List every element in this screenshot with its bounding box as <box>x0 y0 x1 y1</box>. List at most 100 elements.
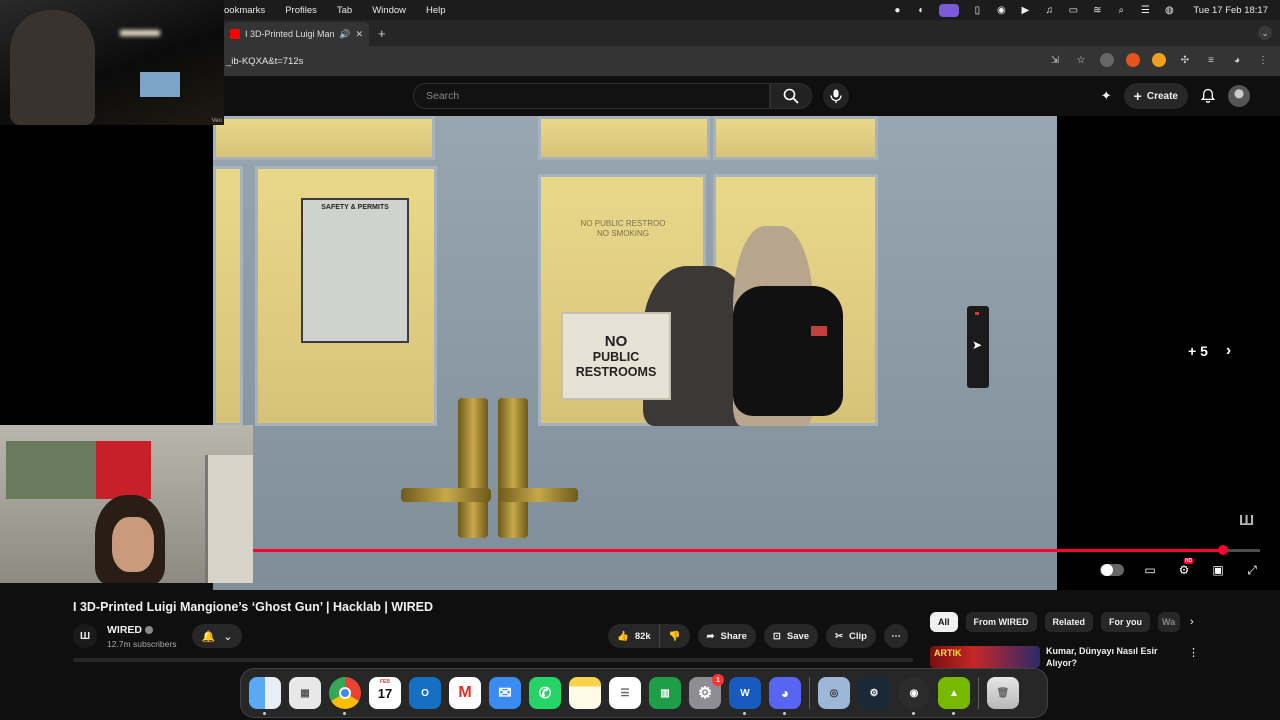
save-button[interactable]: ⊡ Save <box>763 624 819 648</box>
recommended-video[interactable]: ARTIK Kumar, Dünyayı Nasıl Esir Alıyor? … <box>930 646 1200 668</box>
wifi-icon[interactable]: ≋ <box>1091 4 1103 16</box>
new-tab-icon[interactable]: + <box>378 26 386 41</box>
progress-scrubber[interactable] <box>1217 545 1228 555</box>
reminders-icon[interactable]: ☰ <box>609 677 641 709</box>
profile-icon[interactable]: ◕ <box>1230 53 1244 67</box>
chevron-right-icon[interactable]: › <box>1226 342 1231 360</box>
word-icon[interactable]: W <box>729 677 761 715</box>
channel-name[interactable]: WIRED <box>107 624 153 636</box>
video-progress-bar[interactable] <box>252 545 1260 555</box>
app-switcher-icon[interactable] <box>939 3 960 17</box>
play-icon[interactable]: ▶ <box>1019 4 1031 16</box>
tab-audio-icon[interactable]: 🔊 <box>339 29 350 40</box>
record-icon[interactable]: ● <box>891 4 903 16</box>
whatsapp-icon[interactable]: ✆ <box>529 677 561 709</box>
backpack <box>733 286 843 416</box>
miniplayer-icon[interactable]: ▣ <box>1210 562 1226 578</box>
menu-window[interactable]: Window <box>372 5 406 16</box>
search-icon[interactable]: ⌕ <box>1115 4 1127 16</box>
menu-tab[interactable]: Tab <box>337 5 352 16</box>
scissors-icon: ✂ <box>835 630 844 642</box>
mail-icon[interactable]: ✉ <box>489 677 521 709</box>
extension-fox-icon[interactable] <box>1126 53 1140 67</box>
menu-help[interactable]: Help <box>426 5 446 16</box>
extension-owl-icon[interactable] <box>1100 53 1114 67</box>
chip-related[interactable]: Related <box>1044 612 1094 632</box>
chip-for-you[interactable]: For you <box>1101 612 1151 632</box>
media-queue-icon[interactable]: ≡ <box>1204 53 1218 67</box>
subtitles-icon[interactable]: ▭ <box>1142 562 1158 578</box>
sign-line-2: PUBLIC <box>592 350 640 365</box>
sparkle-icon[interactable]: ✦ <box>1101 88 1112 104</box>
permit-sign-text: SAFETY & PERMITS <box>321 204 389 211</box>
fullscreen-icon[interactable]: ⤢ <box>1244 562 1260 578</box>
recommended-thumbnail[interactable]: ARTIK <box>930 646 1040 668</box>
extension-honey-icon[interactable] <box>1152 53 1166 67</box>
chevron-right-icon[interactable]: › <box>1190 616 1194 628</box>
trash-icon[interactable]: 🗑 <box>987 677 1019 709</box>
discord-icon[interactable]: ◕ <box>769 677 801 715</box>
sign-line-3: RESTROOMS <box>575 364 657 379</box>
dock-separator <box>809 677 810 709</box>
chrome-icon[interactable] <box>329 677 361 715</box>
disk-utility-icon[interactable]: ◎ <box>818 677 850 709</box>
voice-search-button[interactable] <box>823 83 849 109</box>
menu-profiles[interactable]: Profiles <box>285 5 317 16</box>
search-input[interactable]: Search <box>413 83 770 109</box>
notes-icon[interactable] <box>569 677 601 709</box>
menu-bookmarks[interactable]: ookmarks <box>224 5 265 16</box>
control-center-icon[interactable]: ☰ <box>1139 4 1151 16</box>
browser-tab-active[interactable]: I 3D-Printed Luigi Mangio 🔊 ✕ <box>224 22 369 46</box>
more-videos-nav[interactable]: + 5 › <box>1188 342 1231 360</box>
calendar-icon[interactable]: FEB 17 <box>369 677 401 709</box>
browser-menu-icon[interactable]: ⋮ <box>1256 53 1270 67</box>
shazam-icon[interactable]: ◉ <box>995 4 1007 16</box>
notifications-bell-icon[interactable] <box>1200 88 1216 104</box>
headphones-icon[interactable]: ♫ <box>1043 4 1055 16</box>
subscription-bell-button[interactable]: 🔔 ⌄ <box>192 624 242 648</box>
launchpad-icon[interactable]: ▦ <box>289 677 321 709</box>
system-settings-icon[interactable]: ⚙ 1 <box>689 674 724 709</box>
channel-name-text[interactable]: WIRED <box>107 624 142 636</box>
battery-small-icon[interactable]: ▯ <box>971 4 983 16</box>
permit-sign: SAFETY & PERMITS <box>301 198 409 343</box>
create-button[interactable]: + Create <box>1123 83 1188 109</box>
outlook-icon[interactable]: O <box>409 677 441 709</box>
autoplay-toggle[interactable] <box>1100 564 1124 576</box>
recommended-title[interactable]: Kumar, Dünyayı Nasıl Esir Alıyor? <box>1046 646 1176 669</box>
toolbar-icons: ⇲ ☆ ✣ ≡ ◕ ⋮ <box>1048 53 1270 67</box>
account-avatar[interactable] <box>1228 85 1250 107</box>
steam-icon[interactable]: ⚙ <box>858 677 890 709</box>
gmail-icon[interactable]: M <box>449 677 481 709</box>
search-button[interactable] <box>770 83 812 109</box>
geforce-icon[interactable]: ▲ <box>938 677 970 715</box>
battery-icon[interactable]: ▭ <box>1067 4 1079 16</box>
settings-gear-icon[interactable]: ⚙ HD <box>1176 558 1194 578</box>
tab-search-chevron-icon[interactable]: ⌄ <box>1258 26 1272 40</box>
channel-avatar-icon[interactable]: Ш <box>73 624 97 648</box>
siri-icon[interactable]: ◍ <box>1163 4 1175 16</box>
url-field[interactable]: _ib-KQXA&t=712s <box>226 56 303 67</box>
dislike-button[interactable]: 👎 <box>658 624 690 648</box>
share-button[interactable]: ➦ Share <box>697 624 756 648</box>
numbers-icon[interactable]: ▥ <box>649 677 681 709</box>
install-app-icon[interactable]: ⇲ <box>1048 53 1062 67</box>
screen-share-icon[interactable]: ◐ <box>915 4 927 16</box>
chip-from-wired[interactable]: From WIRED <box>965 612 1037 632</box>
finder-icon[interactable] <box>249 677 281 715</box>
like-button[interactable]: 👍 82k <box>608 624 659 648</box>
door-lever <box>401 488 491 502</box>
obs-icon[interactable]: ◉ <box>898 677 930 715</box>
bookmark-star-icon[interactable]: ☆ <box>1074 53 1088 67</box>
video-player[interactable]: SAFETY & PERMITS NO PUBLIC RESTROO NO SM… <box>213 116 1280 590</box>
chip-all[interactable]: All <box>930 612 958 632</box>
more-actions-button[interactable]: ⋯ <box>884 624 908 648</box>
chip-watched[interactable]: Wa <box>1158 612 1181 632</box>
wall-sign: NO PUBLIC RESTROO NO SMOKING <box>580 219 666 238</box>
extensions-puzzle-icon[interactable]: ✣ <box>1178 53 1192 67</box>
tab-close-icon[interactable]: ✕ <box>355 29 363 40</box>
menu-clock[interactable]: Tue 17 Feb 18:17 <box>1193 5 1268 16</box>
kebab-menu-icon[interactable]: ⋮ <box>1188 646 1199 659</box>
left-black-area <box>0 125 213 425</box>
clip-button[interactable]: ✂ Clip <box>826 624 876 648</box>
